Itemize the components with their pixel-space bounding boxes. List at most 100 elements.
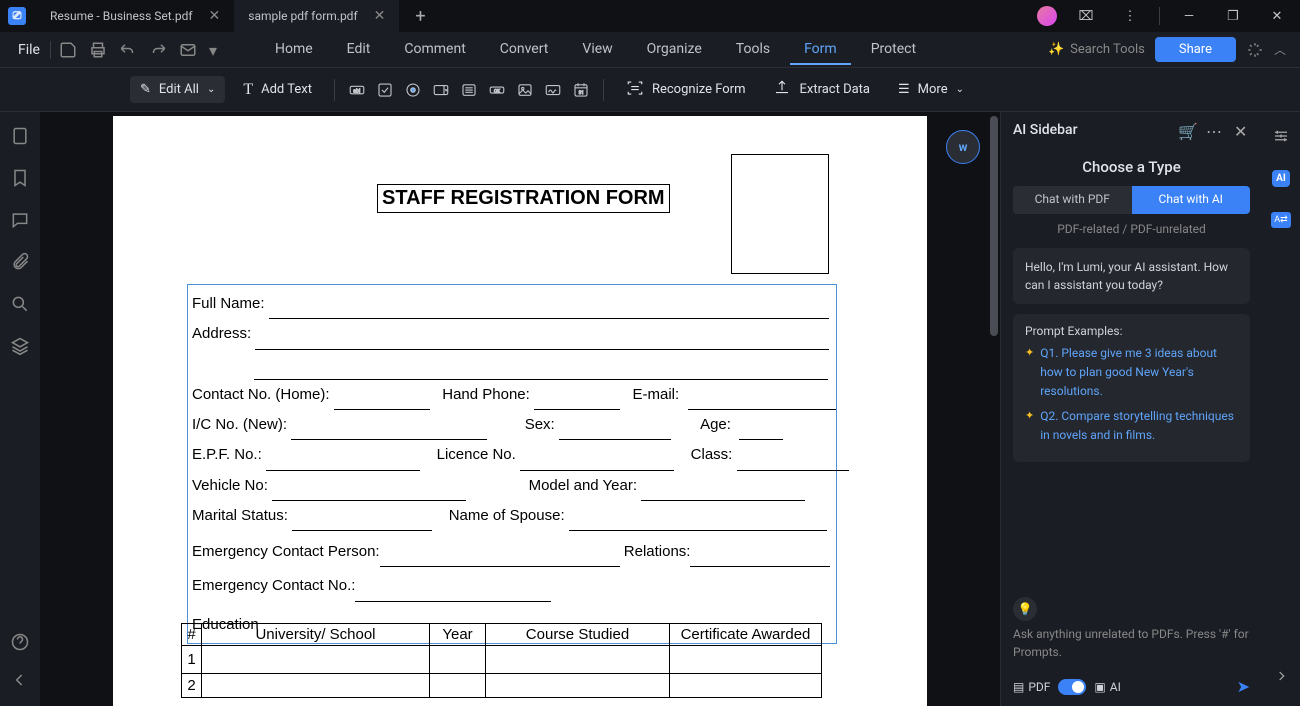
close-icon[interactable]: ✕ [209,8,221,24]
table-header-row: # University/ School Year Course Studied… [182,624,822,646]
menu-tab-home[interactable]: Home [261,35,327,65]
field-label: Name of Spouse: [449,507,565,524]
kebab-menu-icon[interactable]: ⋮ [1115,9,1145,24]
search-tools[interactable]: ✨ Search Tools [1048,42,1145,57]
file-menu[interactable]: File [8,38,50,62]
watermark-badge[interactable]: w [946,130,980,164]
menu-tab-organize[interactable]: Organize [633,35,716,65]
separator [603,79,604,101]
menu-tab-form[interactable]: Form [790,35,851,65]
mode-toggle[interactable] [1058,679,1086,695]
tab-label: Resume - Business Set.pdf [50,9,193,23]
mail-icon[interactable] [179,41,197,59]
signature-field-icon[interactable] [543,80,563,100]
bookmark-icon[interactable] [10,168,30,188]
text-field-icon[interactable]: ab| [347,80,367,100]
share-button[interactable]: Share [1155,37,1236,62]
chat-pdf-option[interactable]: Chat with PDF [1013,186,1132,214]
more-button[interactable]: ☰ More ⌄ [888,76,974,103]
ai-sidebar: AI Sidebar 🛒 ⋯ ✕ Choose a Type Chat with… [1000,112,1262,706]
search-icon[interactable] [10,294,30,314]
example-item[interactable]: ✦ Q2. Compare storytelling techniques in… [1025,407,1238,445]
field-label: Model and Year: [529,477,637,494]
menu-tab-convert[interactable]: Convert [486,35,563,65]
form-body[interactable]: Full Name: Address: Contact No. (Home): … [187,284,837,644]
expand-right-icon[interactable] [1269,664,1293,688]
mode-ai-label: ▣ AI [1094,680,1120,694]
button-field-icon[interactable]: OK [487,80,507,100]
education-table: # University/ School Year Course Studied… [181,623,822,698]
attachment-icon[interactable] [10,252,30,272]
pencil-icon: ✎ [140,82,151,97]
chat-icon[interactable]: ⌧ [1071,9,1101,24]
help-icon[interactable] [10,632,30,652]
divider [1159,7,1160,25]
collapse-left-icon[interactable] [10,670,30,690]
dropdown-field-icon[interactable] [431,80,451,100]
chat-ai-option[interactable]: Chat with AI [1132,186,1251,214]
redo-icon[interactable] [149,41,167,59]
example-text: Q1. Please give me 3 ideas about how to … [1040,344,1238,402]
image-field-icon[interactable] [515,80,535,100]
canvas-area[interactable]: w STAFF REGISTRATION FORM Full Name: Add… [40,112,1000,706]
field-label: E.P.F. No.: [192,446,262,463]
settings-icon[interactable] [1269,124,1293,148]
close-icon[interactable]: ✕ [1234,122,1250,138]
send-button[interactable]: ➤ [1237,677,1250,696]
subtype-label: PDF-related / PDF-unrelated [1013,222,1250,236]
close-icon[interactable]: ✕ [374,8,386,24]
col-header: University/ School [202,624,430,646]
extract-data-button[interactable]: Extract Data [763,73,880,107]
blank-line [641,471,805,501]
field-label: Licence No. [437,446,516,463]
menu-tab-edit[interactable]: Edit [333,35,385,65]
cart-icon[interactable]: 🛒 [1178,122,1194,138]
add-tab-button[interactable]: + [409,6,431,27]
scrollbar[interactable] [990,116,998,336]
recognize-form-button[interactable]: Recognize Form [616,73,756,107]
maximize-button[interactable]: ❐ [1218,9,1248,24]
edit-all-button[interactable]: ✎ Edit All ⌄ [130,76,225,103]
col-header: Course Studied [486,624,670,646]
field-label: Relations: [624,543,691,560]
extract-data-label: Extract Data [799,82,870,97]
blank-line [380,537,620,567]
translate-icon[interactable]: A⇄ [1269,208,1293,232]
radio-icon[interactable] [403,80,423,100]
avatar[interactable] [1037,6,1057,26]
more-icon[interactable]: ⋯ [1206,122,1222,138]
list-field-icon[interactable] [459,80,479,100]
menu-tab-protect[interactable]: Protect [857,35,930,65]
titlebar: ⎚ Resume - Business Set.pdf ✕ sample pdf… [0,0,1300,32]
collapse-icon[interactable]: ︿ [1274,41,1292,59]
blank-line [266,440,420,470]
undo-icon[interactable] [119,41,137,59]
layers-icon[interactable] [10,336,30,356]
input-hint: Ask anything unrelated to PDFs. Press '#… [1013,625,1250,661]
tab-1[interactable]: Resume - Business Set.pdf ✕ [36,0,234,32]
hint-icon[interactable]: 💡 [1013,597,1037,621]
close-button[interactable]: ✕ [1262,9,1292,24]
comment-icon[interactable] [10,210,30,230]
menu-tab-view[interactable]: View [568,35,626,65]
menu-tab-comment[interactable]: Comment [390,35,479,65]
ai-badge-icon[interactable]: AI [1269,166,1293,190]
menu-tab-tools[interactable]: Tools [722,35,784,65]
checkbox-icon[interactable] [375,80,395,100]
add-text-button[interactable]: T Add Text [233,75,322,105]
dropdown-icon[interactable]: ▾ [209,41,221,59]
blank-line [688,380,836,410]
thumbnails-icon[interactable] [10,126,30,146]
field-label: Emergency Contact Person: [192,543,380,560]
example-item[interactable]: ✦ Q1. Please give me 3 ideas about how t… [1025,344,1238,402]
date-field-icon[interactable]: 31 [571,80,591,100]
minimize-button[interactable]: — [1174,9,1204,24]
blank-line [569,501,827,531]
field-label: Sex: [525,416,555,433]
print-icon[interactable] [89,41,107,59]
tab-2[interactable]: sample pdf form.pdf ✕ [234,0,399,32]
sync-icon[interactable] [1246,41,1264,59]
field-label: Hand Phone: [442,386,530,403]
add-text-label: Add Text [261,82,312,97]
save-icon[interactable] [59,41,77,59]
